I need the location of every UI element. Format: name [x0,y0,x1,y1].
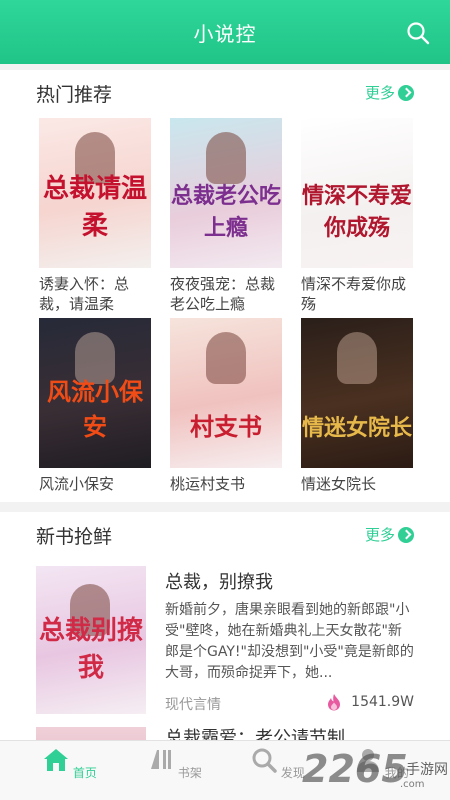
discover-icon [252,748,277,773]
chevron-right-icon [398,84,414,101]
book-name: 桃运村支书 [170,475,246,493]
book-card[interactable]: 情深不寿爱你成殇 情深不寿爱你成殇 [301,118,413,314]
hot-more-button[interactable]: 更多 [365,82,414,103]
book-name: 情深不寿爱你成殇 [301,275,407,313]
home-icon [44,749,69,771]
cover-title: 总裁别撩我 [38,616,143,683]
featured-book-cover[interactable]: 总裁别撩我 [36,566,146,714]
cover-figure-image [206,132,246,184]
more-label: 更多 [364,526,395,544]
featured-book-heat: 1541.9W [327,693,414,711]
book-cover: 总裁请温柔 [39,118,151,268]
app-root: 小说控 热门推荐 更多 总裁请温柔 诱妻入怀：总裁，请温柔 总裁老公吃上瘾 夜夜… [0,0,450,800]
cover-figure-image [206,332,246,384]
book-card[interactable]: 总裁请温柔 诱妻入怀：总裁，请温柔 [39,118,151,314]
heat-count: 1541.9W [351,694,414,710]
bookshelf-icon [151,750,172,769]
featured-book-title[interactable]: 总裁，别撩我 [165,568,273,594]
app-title: 小说控 [193,21,257,46]
featured-book-description: 新婚前夕，唐果亲眼看到她的新郎跟"小受"壁咚，她在新婚典礼上天女散花"新郎是个G… [165,602,414,681]
hot-section: 热门推荐 更多 总裁请温柔 诱妻入怀：总裁，请温柔 总裁老公吃上瘾 夜夜强宠：总… [0,70,450,502]
tab-label: 首页 [72,766,97,780]
tab-bookshelf[interactable]: 书架 [140,747,210,781]
book-name: 情迷女院长 [301,475,377,493]
book-card[interactable]: 风流小保安 风流小保安 [39,318,151,494]
featured-book-category: 现代言情 [165,697,221,713]
book-name: 风流小保安 [39,475,115,493]
chevron-right-icon [398,526,414,543]
cover-title: 村支书 [190,412,262,441]
cover-title: 总裁请温柔 [42,174,147,241]
more-label: 更多 [364,84,395,102]
hot-heading: 热门推荐 [36,84,113,106]
book-cover: 村支书 [170,318,282,468]
flame-icon [328,694,341,711]
cover-title: 风流小保安 [47,377,143,441]
book-card[interactable]: 村支书 桃运村支书 [170,318,282,494]
cover-figure-image [337,332,377,384]
watermark-url: .com [400,779,425,790]
book-cover: 风流小保安 [39,318,151,468]
cover-title: 总裁老公吃上瘾 [170,183,281,241]
book-name: 诱妻入怀：总裁，请温柔 [39,275,130,313]
cover-title: 情迷女院长 [301,415,412,441]
new-books-more-button[interactable]: 更多 [365,524,414,545]
top-bar: 小说控 [0,0,450,64]
search-icon[interactable] [406,21,430,45]
book-cover: 情深不寿爱你成殇 [301,118,413,268]
watermark-number: 2265 [302,747,408,791]
book-cover: 情迷女院长 [301,318,413,468]
book-name: 夜夜强宠：总裁老公吃上瘾 [170,275,276,313]
new-books-heading: 新书抢鲜 [36,526,113,548]
book-cover: 总裁老公吃上瘾 [170,118,282,268]
watermark-text: 手游网 [406,762,448,778]
site-watermark: 2265 手游网 .com [302,745,448,797]
book-card[interactable]: 情迷女院长 情迷女院长 [301,318,413,494]
tab-home[interactable]: 首页 [35,747,105,781]
cover-title: 情深不寿爱你成殇 [301,183,412,241]
tab-label: 书架 [177,766,202,780]
book-card[interactable]: 总裁老公吃上瘾 夜夜强宠：总裁老公吃上瘾 [170,118,282,314]
